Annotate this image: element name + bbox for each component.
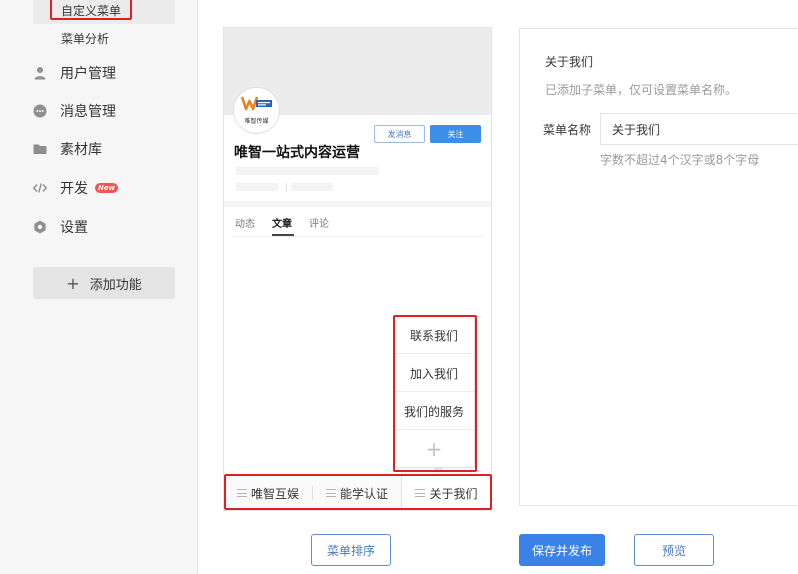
sidebar-item-material-library[interactable]: 素材库 <box>33 135 175 163</box>
sidebar-subitem-menu-analysis[interactable]: 菜单分析 <box>61 30 109 47</box>
menu-editor-panel: 关于我们 已添加子菜单，仅可设置菜单名称。 菜单名称 字数不超过4个汉字或8个字… <box>519 28 798 506</box>
account-name: 唯智一站式内容运营 <box>234 145 360 161</box>
sidebar-subitem-custom-menu[interactable]: 自定义菜单 <box>61 2 121 19</box>
sidebar-item-label: 用户管理 <box>60 66 116 82</box>
sidebar-item-development[interactable]: 开发 New <box>33 174 175 202</box>
preview-button[interactable]: 预览 <box>634 534 714 566</box>
sidebar: 自定义菜单 菜单分析 用户管理 消息管理 素材库 开发 New 设置 + 添加功… <box>0 0 198 574</box>
highlight-box-submenu <box>393 315 477 472</box>
section-divider <box>224 201 491 207</box>
phone-tab-articles[interactable]: 文章 <box>272 215 292 230</box>
plus-icon: + <box>66 273 80 293</box>
avatar-caption: 唯智传媒 <box>244 118 269 125</box>
phone-tab-moments[interactable]: 动态 <box>235 215 255 230</box>
app-root: 自定义菜单 菜单分析 用户管理 消息管理 素材库 开发 New 设置 + 添加功… <box>0 0 798 574</box>
follow-button[interactable]: 关注 <box>430 125 481 143</box>
brand-logo-icon <box>240 96 272 111</box>
send-message-button[interactable]: 发消息 <box>374 125 425 143</box>
menu-name-note: 字数不超过4个汉字或8个字母 <box>600 153 760 167</box>
placeholder-bar <box>236 167 379 175</box>
highlight-box-menu-bar <box>224 474 492 510</box>
menu-name-label: 菜单名称 <box>543 123 592 137</box>
divider <box>286 183 287 191</box>
sidebar-item-user-management[interactable]: 用户管理 <box>33 59 175 87</box>
placeholder-bar <box>236 183 278 191</box>
folder-icon <box>33 142 47 156</box>
placeholder-bar <box>291 183 333 191</box>
avatar: 唯智传媒 <box>233 87 280 134</box>
sidebar-item-message-management[interactable]: 消息管理 <box>33 97 175 125</box>
new-badge: New <box>95 183 119 193</box>
sidebar-item-settings[interactable]: 设置 <box>33 213 175 241</box>
code-icon <box>33 181 47 195</box>
menu-name-input[interactable] <box>600 113 798 145</box>
sidebar-item-label: 素材库 <box>60 142 102 158</box>
user-icon <box>33 66 47 80</box>
phone-tab-comments[interactable]: 评论 <box>309 215 329 230</box>
tab-divider <box>232 236 482 237</box>
editor-title: 关于我们 <box>545 55 594 69</box>
sidebar-item-label: 开发 <box>60 181 88 197</box>
add-feature-button[interactable]: + 添加功能 <box>33 267 175 299</box>
add-feature-label: 添加功能 <box>89 277 142 293</box>
save-and-publish-button[interactable]: 保存并发布 <box>519 534 605 566</box>
message-icon <box>33 104 47 118</box>
gear-icon <box>33 220 47 234</box>
editor-hint: 已添加子菜单，仅可设置菜单名称。 <box>545 83 738 97</box>
sidebar-item-label: 消息管理 <box>60 104 116 120</box>
menu-sort-button[interactable]: 菜单排序 <box>311 534 391 566</box>
sidebar-item-label: 设置 <box>60 220 88 236</box>
